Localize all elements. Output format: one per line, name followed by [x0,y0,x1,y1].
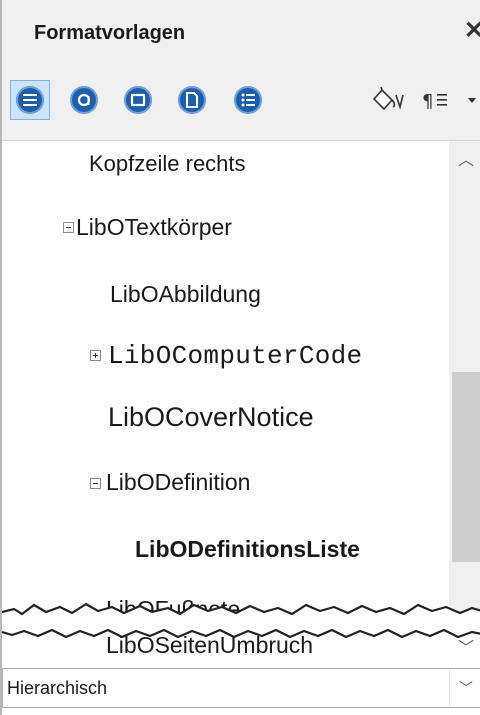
scroll-down-icon[interactable]: ﹀ [458,634,474,658]
character-styles-button[interactable] [64,80,104,120]
deck-title: Formatvorlagen [34,22,186,44]
filter-selected-value: Hierarchisch [7,678,108,698]
filter-combobox[interactable]: Hierarchisch ﹀ [2,668,480,708]
chevron-down-icon[interactable]: ﹀ [449,669,480,707]
close-icon[interactable]: ✕ [464,16,480,45]
tree-item[interactable]: LibOSeitenUmbruch [106,632,313,659]
tree-item[interactable]: LibOComputerCode [108,341,362,371]
fill-format-button[interactable] [366,80,410,120]
tree-item[interactable]: LibOTextkörper [76,214,232,241]
styles-deck: Formatvorlagen ✕ ¶ Kopfzeile rechts LibO… [0,0,480,715]
character-styles-icon [70,86,98,114]
deck-titlebar: Formatvorlagen ✕ [2,0,480,60]
list-styles-icon [234,86,262,114]
pilcrow-menu-icon: ¶ [422,91,476,112]
expand-icon[interactable] [90,350,101,361]
list-styles-button[interactable] [228,80,268,120]
paragraph-styles-button[interactable] [10,80,50,120]
scrollbar-thumb[interactable] [452,372,480,562]
svg-text:¶: ¶ [422,91,433,112]
frame-styles-button[interactable] [118,80,158,120]
tree-item[interactable]: LibOAbbildung [110,281,261,308]
scroll-up-icon[interactable]: ︿ [458,146,474,170]
style-tree[interactable]: Kopfzeile rechts LibOTextkörper LibOAbbi… [4,141,449,619]
new-style-menu-button[interactable]: ¶ [420,80,480,120]
tree-item[interactable]: LibOCoverNotice [108,402,314,433]
tree-item[interactable]: LibODefinitionsListe [135,536,360,563]
tree-item[interactable]: Kopfzeile rechts [89,151,246,177]
page-styles-button[interactable] [172,80,212,120]
paint-bucket-icon [372,86,404,111]
frame-styles-icon [124,86,152,114]
collapse-icon[interactable] [63,222,74,233]
collapse-icon[interactable] [90,478,101,489]
style-category-toolbar: ¶ [2,60,480,141]
page-styles-icon [178,86,206,114]
paragraph-styles-icon [16,86,44,114]
tree-item[interactable]: LibODefinition [106,469,250,496]
